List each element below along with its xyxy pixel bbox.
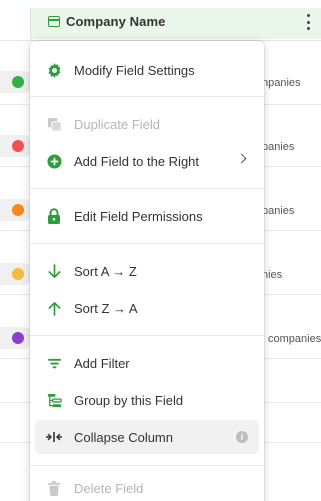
- status-pill[interactable]: [0, 135, 34, 157]
- table-cell-text: companies: [268, 333, 321, 345]
- duplicate-field-item[interactable]: Duplicate Field: [35, 107, 259, 141]
- table-cell-text: panies: [262, 141, 295, 153]
- status-dot: [12, 332, 24, 344]
- table-cell-text: npanies: [262, 77, 301, 89]
- menu-item-label: Add Field to the Right: [74, 153, 200, 169]
- duplicate-icon: [46, 116, 62, 132]
- status-pill[interactable]: [0, 263, 34, 285]
- table-cell-text: nies: [262, 269, 283, 281]
- arrow-down-icon: [46, 263, 62, 279]
- menu-item-label: Edit Field Permissions: [74, 208, 203, 224]
- group-icon: [46, 392, 62, 408]
- collapse-column-item[interactable]: Collapse Column i: [35, 420, 259, 454]
- column-options-kebab-icon[interactable]: [303, 14, 313, 30]
- status-dot: [12, 268, 24, 280]
- sort-z-a-item[interactable]: Sort Z → A: [35, 291, 259, 325]
- status-pill[interactable]: [0, 71, 34, 93]
- column-header-label: Company Name: [66, 14, 166, 29]
- add-filter-item[interactable]: Add Filter: [35, 346, 259, 380]
- trash-icon: [46, 480, 62, 496]
- menu-item-label: Sort A → Z: [74, 263, 137, 279]
- arrow-up-icon: [46, 300, 62, 316]
- menu-item-label: Group by this Field: [74, 392, 184, 408]
- plus-circle-icon: [46, 153, 62, 169]
- menu-item-label: Modify Field Settings: [74, 62, 195, 78]
- status-dot: [12, 76, 24, 88]
- edit-field-permissions-item[interactable]: Edit Field Permissions: [35, 199, 259, 233]
- gear-icon: [46, 62, 62, 78]
- table-cell-text: panies: [262, 205, 295, 217]
- sort-a-z-item[interactable]: Sort A → Z: [35, 254, 259, 288]
- collapse-icon: [46, 429, 62, 445]
- column-header-title: Company Name: [48, 14, 165, 29]
- menu-divider: [30, 96, 264, 97]
- menu-divider: [30, 243, 264, 244]
- status-pill[interactable]: [0, 199, 34, 221]
- group-by-field-item[interactable]: Group by this Field: [35, 383, 259, 417]
- modify-field-settings-item[interactable]: Modify Field Settings: [35, 53, 259, 87]
- chevron-right-icon: [236, 153, 247, 164]
- status-dot: [12, 140, 24, 152]
- table-icon: [48, 16, 60, 27]
- menu-item-label: Duplicate Field: [74, 116, 160, 132]
- field-context-menu: Modify Field Settings Duplicate Field Ad…: [30, 41, 264, 501]
- menu-divider: [30, 465, 264, 466]
- add-field-right-item[interactable]: Add Field to the Right: [35, 144, 259, 178]
- status-dot: [12, 204, 24, 216]
- status-pill[interactable]: [0, 327, 34, 349]
- info-icon[interactable]: i: [236, 431, 248, 443]
- menu-item-label: Add Filter: [74, 355, 130, 371]
- menu-item-label: Delete Field: [74, 480, 144, 496]
- filter-icon: [46, 355, 62, 371]
- menu-divider: [30, 188, 264, 189]
- menu-item-label: Sort Z → A: [74, 300, 138, 316]
- menu-divider: [30, 335, 264, 336]
- delete-field-item[interactable]: Delete Field: [35, 471, 259, 501]
- menu-item-label: Collapse Column: [74, 429, 173, 445]
- lock-icon: [46, 208, 62, 224]
